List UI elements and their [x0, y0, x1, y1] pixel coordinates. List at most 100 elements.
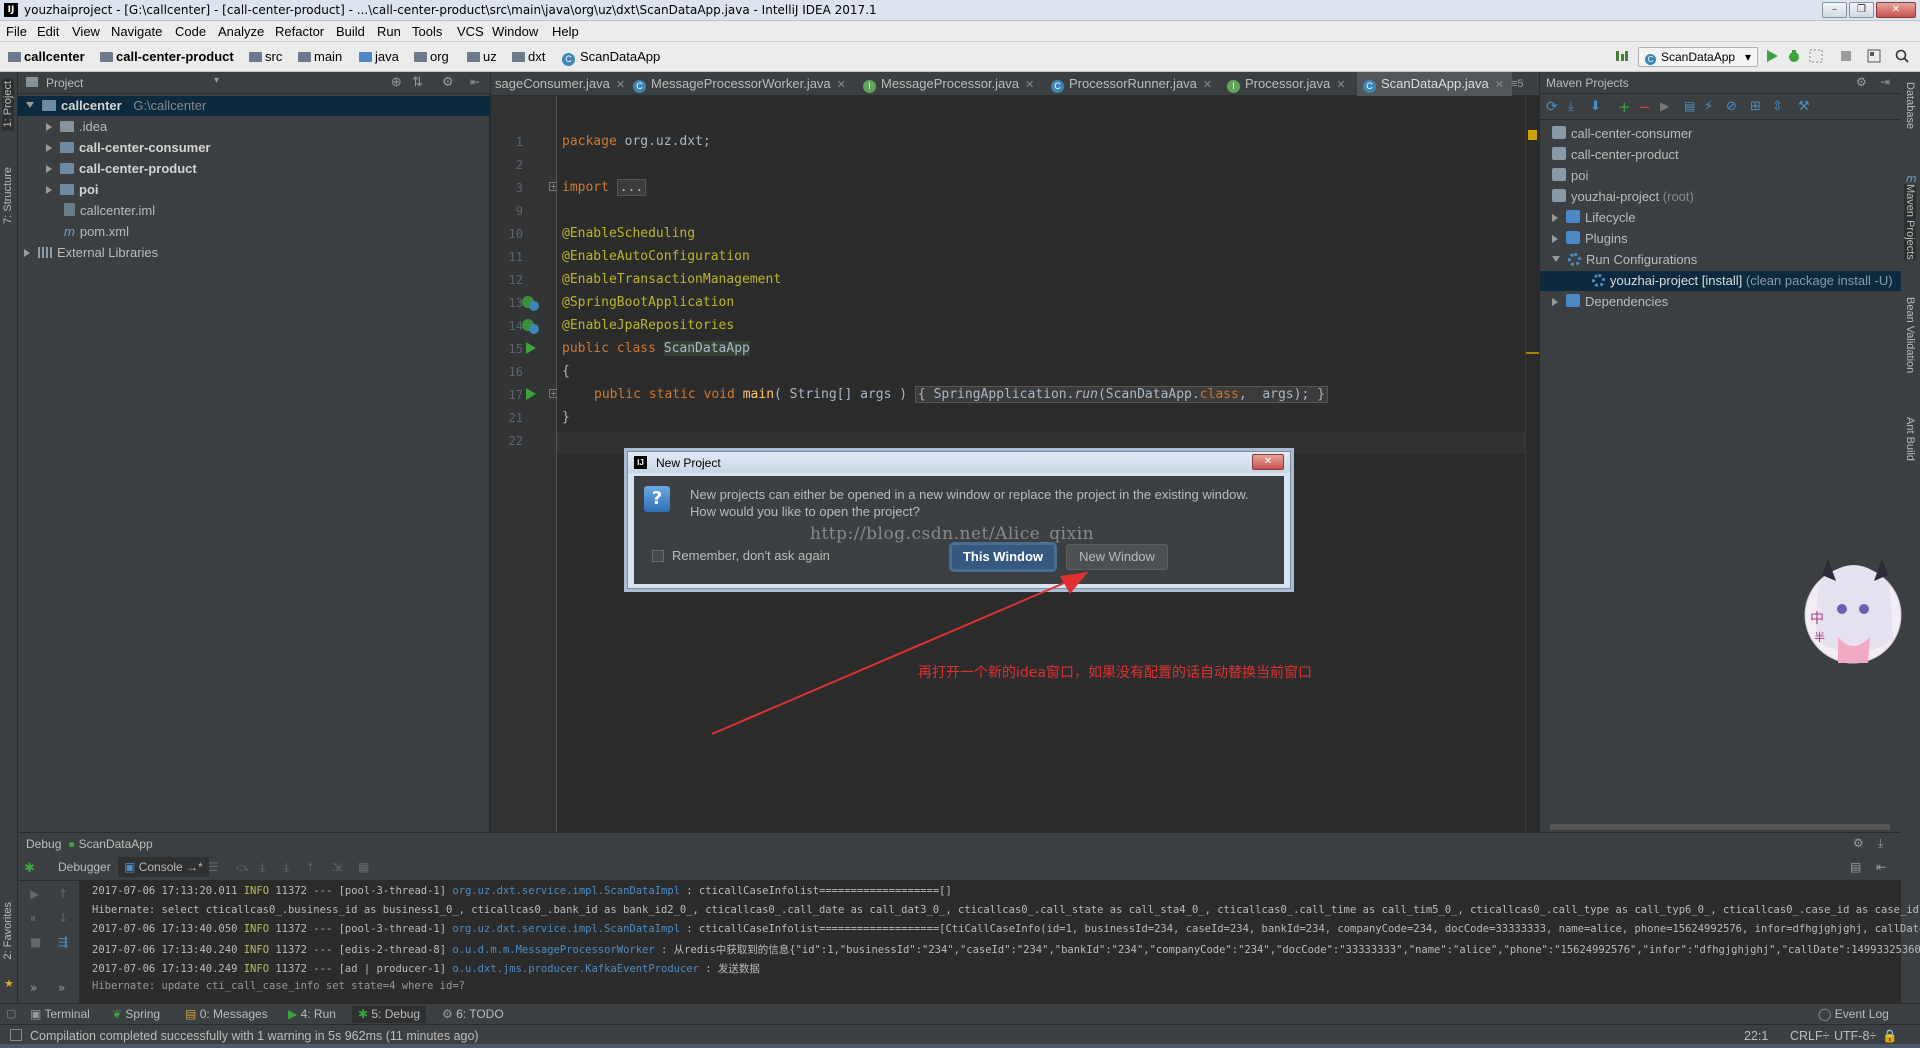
tab-todo[interactable]: ⚙ 6: TODO [442, 1006, 504, 1023]
chevron-down-icon[interactable]: ▾ [214, 75, 219, 86]
expand-arrow-icon[interactable] [1552, 298, 1558, 306]
tab-messageprocessorworker[interactable]: C MessageProcessorWorker.java ✕ [633, 72, 846, 96]
close-icon[interactable]: ✕ [1203, 79, 1212, 91]
stop-debug-icon[interactable]: ■ [30, 935, 41, 949]
tool-window-bean-validation[interactable]: Bean Validation [1904, 297, 1916, 373]
maven-run-configurations[interactable]: Run Configurations [1552, 250, 1697, 270]
folded-body[interactable]: { SpringApplication.run(ScanDataApp.clas… [914, 386, 1328, 403]
line-separator[interactable]: CRLF÷ [1790, 1029, 1830, 1043]
tree-item-pom-xml[interactable]: m pom.xml [64, 222, 129, 242]
status-toggle-icon[interactable] [10, 1029, 22, 1041]
tree-item-callcenter-iml[interactable]: callcenter.iml [64, 201, 155, 221]
run-config-select[interactable]: C ScanDataApp ▾ [1638, 47, 1758, 67]
tree-item-idea[interactable]: .idea [46, 117, 107, 137]
down-icon[interactable]: ↓ [58, 911, 68, 925]
tab-debug[interactable]: ✱ 5: Debug [352, 1006, 427, 1023]
step-into-icon[interactable]: ⤓ [260, 860, 265, 875]
stop-icon[interactable] [1838, 48, 1854, 64]
status-message[interactable]: Compilation completed successfully with … [30, 1029, 479, 1043]
maximize-button[interactable]: ❐ [1849, 2, 1874, 18]
tool-window-project[interactable]: 1: Project [2, 78, 14, 131]
spring-bean-icon[interactable] [521, 294, 541, 312]
breadcrumb-src[interactable]: src [249, 49, 282, 64]
menu-build[interactable]: Build [336, 24, 365, 39]
expand-arrow-icon[interactable] [46, 123, 52, 131]
menu-run[interactable]: Run [377, 24, 401, 39]
close-window-button[interactable]: ✕ [1876, 2, 1916, 18]
breadcrumb-dxt[interactable]: dxt [512, 49, 545, 64]
expand-arrow-icon[interactable] [46, 186, 52, 194]
breadcrumb-java[interactable]: java [359, 49, 399, 64]
layout-icon[interactable]: ▤ [1850, 860, 1861, 874]
maven-item-product[interactable]: call-center-product [1552, 145, 1679, 165]
tab-scandataapp[interactable]: C ScanDataApp.java ✕ [1357, 72, 1512, 96]
more-icon[interactable]: » [58, 981, 65, 995]
gear-icon[interactable]: ⚙ [1853, 836, 1864, 850]
build-project-icon[interactable] [1614, 48, 1630, 64]
breadcrumb-callcenter[interactable]: callcenter [8, 49, 85, 64]
show-execution-point-icon[interactable]: ☰ [208, 860, 219, 874]
pause-icon[interactable]: ⏸ [30, 911, 36, 926]
horizontal-scrollbar[interactable] [1550, 824, 1890, 830]
sync-icon[interactable]: ⊕ [391, 75, 402, 90]
tab-event-log[interactable]: ◯ Event Log [1818, 1006, 1889, 1023]
run-gutter-icon[interactable] [525, 342, 537, 354]
show-dependencies-icon[interactable]: ⊞ [1750, 99, 1761, 114]
tab-processorrunner[interactable]: C ProcessorRunner.java ✕ [1051, 72, 1212, 96]
tab-console[interactable]: ▣ Console →* [118, 857, 209, 877]
tab-messages[interactable]: ▤ 0: Messages [185, 1006, 268, 1023]
breadcrumb-call-center-product[interactable]: call-center-product [100, 49, 234, 64]
editor-scroll-marks[interactable] [1525, 96, 1540, 832]
maven-item-root[interactable]: youzhai-project (root) [1552, 187, 1694, 207]
remember-checkbox[interactable] [652, 550, 664, 562]
maven-item-consumer[interactable]: call-center-consumer [1552, 124, 1692, 144]
step-over-icon[interactable]: ⤼ [236, 860, 249, 875]
run-gutter-icon[interactable] [525, 388, 537, 400]
close-icon[interactable]: ✕ [1336, 79, 1345, 91]
tab-debugger[interactable]: Debugger [58, 860, 111, 874]
tab-messageconsumer[interactable]: sageConsumer.java ✕ [491, 72, 625, 96]
expand-arrow-icon[interactable] [1552, 256, 1560, 262]
menu-code[interactable]: Code [175, 24, 206, 39]
skip-tests-icon[interactable]: ⊘ [1726, 99, 1737, 114]
tree-item-poi[interactable]: poi [46, 180, 99, 200]
menu-refactor[interactable]: Refactor [275, 24, 324, 39]
execute-goal-icon[interactable]: ▤ [1684, 99, 1695, 113]
debug-bug-icon[interactable]: ✱ [24, 860, 35, 876]
maven-item-poi[interactable]: poi [1552, 166, 1588, 186]
hide-icon[interactable]: ⤓ [1878, 836, 1883, 851]
project-structure-icon[interactable] [1866, 48, 1882, 64]
expand-arrow-icon[interactable] [46, 165, 52, 173]
tab-overflow-button[interactable]: ≡5 [1511, 72, 1524, 96]
tab-terminal[interactable]: ▣ Terminal [30, 1006, 90, 1023]
tree-item-call-center-product[interactable]: call-center-product [46, 159, 197, 179]
tree-item-external-libraries[interactable]: External Libraries [24, 243, 158, 263]
warning-stripe[interactable] [1526, 352, 1540, 354]
resume-icon[interactable]: ▶ [30, 887, 39, 901]
expand-arrow-icon[interactable] [1552, 214, 1558, 222]
hide-icon[interactable]: ⇥ [1880, 75, 1890, 89]
coverage-icon[interactable] [1808, 48, 1824, 64]
menu-analyze[interactable]: Analyze [218, 24, 264, 39]
project-view-select[interactable]: Project [46, 76, 83, 90]
menu-edit[interactable]: Edit [37, 24, 59, 39]
menu-tools[interactable]: Tools [412, 24, 442, 39]
hide-icon[interactable]: ⇤ [470, 75, 480, 89]
soft-wrap-icon[interactable]: ⇶ [58, 935, 68, 949]
tree-root-callcenter[interactable]: callcenter G:\callcenter [18, 96, 490, 116]
more-icon[interactable]: » [30, 981, 37, 995]
tool-window-ant-build[interactable]: Ant Build [1904, 417, 1916, 461]
search-icon[interactable] [1894, 48, 1910, 64]
reimport-icon[interactable]: ⟳ [1546, 99, 1558, 115]
run-maven-icon[interactable]: ▶ [1660, 99, 1669, 113]
tree-item-call-center-consumer[interactable]: call-center-consumer [46, 138, 211, 158]
menu-vcs[interactable]: VCS [457, 24, 484, 39]
expand-arrow-icon[interactable] [24, 249, 30, 257]
warning-marker[interactable] [1528, 130, 1537, 140]
menu-view[interactable]: View [72, 24, 100, 39]
toggle-tool-windows-icon[interactable]: ▢ [6, 1007, 16, 1020]
collapse-icon[interactable]: ⇅ [412, 75, 423, 90]
settings-icon[interactable]: ⚒ [1798, 99, 1810, 114]
maven-plugins[interactable]: Plugins [1552, 229, 1628, 249]
menu-file[interactable]: File [6, 24, 27, 39]
